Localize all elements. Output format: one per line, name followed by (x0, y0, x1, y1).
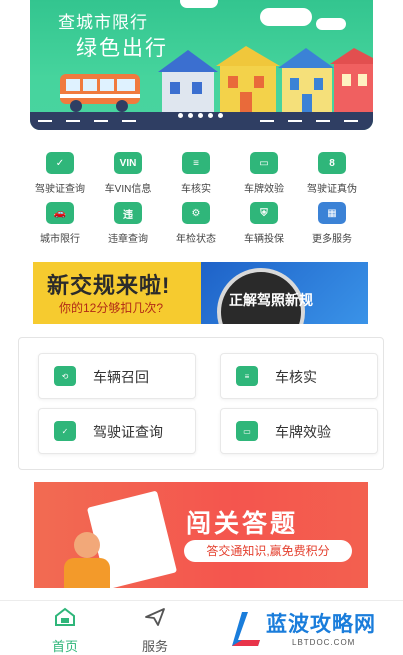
send-icon (145, 608, 165, 626)
vin-icon: VIN (114, 152, 142, 174)
ad-headline: 新交规来啦! (47, 273, 171, 298)
service-insurance[interactable]: ⛨ 车辆投保 (228, 202, 300, 245)
houses-illustration (158, 46, 373, 112)
tab-home[interactable]: 首页 (40, 607, 90, 655)
person-body-illustration (64, 558, 110, 588)
insurance-icon: ⛨ (250, 202, 278, 224)
person-illustration (74, 532, 100, 558)
car-recall-icon: ⟲ (54, 366, 76, 386)
service-license-card[interactable]: ✓ 驾驶证查询 (24, 152, 96, 195)
quiz-subtitle: 答交通知识,赢免费积分 (184, 540, 352, 562)
authenticity-icon: 8 (318, 152, 346, 174)
cloud-decoration (316, 18, 346, 30)
quick-button-label: 驾驶证查询 (93, 424, 163, 440)
quiz-title: 闯关答题 (186, 510, 299, 538)
service-label: 车VIN信息 (104, 184, 152, 195)
cloud-decoration (260, 8, 312, 26)
quick-button-license-query[interactable]: ✓ 驾驶证查询 (38, 408, 196, 454)
service-plate-check[interactable]: ▭ 车牌效验 (228, 152, 300, 195)
service-label: 年检状态 (176, 234, 216, 245)
quiz-banner[interactable]: 闯关答题 答交通知识,赢免费积分 (34, 482, 368, 588)
tab-label: 服务 (141, 639, 168, 654)
service-violation[interactable]: 违违章查询 (92, 202, 164, 245)
more-grid-icon: ▦ (318, 202, 346, 224)
license-card-icon: ✓ (54, 421, 76, 441)
plate-check-icon: ▭ (236, 421, 258, 441)
service-label: 驾驶证真伪 (307, 184, 357, 195)
violation-icon: 违 (114, 202, 142, 224)
service-vin[interactable]: VIN 车VIN信息 (92, 152, 164, 195)
service-more-grid[interactable]: ▦ 更多服务 (296, 202, 368, 245)
quick-button-car-recall[interactable]: ⟲ 车辆召回 (38, 353, 196, 399)
service-label: 城市限行 (40, 234, 80, 245)
quick-access-card: ⟲ 车辆召回 ≡ 车核实 ✓ 驾驶证查询 ▭ 车牌效验 (18, 337, 384, 470)
service-car-limit[interactable]: 🚗 城市限行 (24, 202, 96, 245)
carousel-indicator[interactable] (178, 113, 223, 118)
bus-illustration (60, 74, 140, 112)
banner-subtitle: 绿色出行 (76, 37, 168, 60)
quick-button-label: 车核实 (275, 369, 317, 385)
service-label: 驾驶证查询 (35, 184, 85, 195)
cloud-decoration (180, 0, 218, 8)
ad-left-panel: 新交规来啦! 你的12分够扣几次? (33, 262, 201, 324)
inspection-icon: ⚙ (182, 202, 210, 224)
watermark-name: 蓝波攻略网 (266, 613, 376, 636)
ad-subline: 你的12分够扣几次? (59, 301, 164, 315)
license-card-icon: ✓ (46, 152, 74, 174)
quick-button-label: 车辆召回 (93, 369, 149, 385)
id-card-icon: ≡ (236, 366, 258, 386)
ad-right-text: 正解驾照新规 (229, 292, 313, 308)
site-watermark: 蓝波攻略网 LBTDOC.COM (226, 604, 403, 653)
quick-button-plate-check[interactable]: ▭ 车牌效验 (220, 408, 378, 454)
watermark-logo-icon (232, 612, 260, 646)
quick-button-label: 车牌效验 (275, 424, 331, 440)
service-label: 违章查询 (108, 234, 148, 245)
service-authenticity[interactable]: 8 驾驶证真伪 (296, 152, 368, 195)
service-label: 更多服务 (312, 234, 352, 245)
id-card-icon: ≡ (182, 152, 210, 174)
quick-button-vehicle-verify[interactable]: ≡ 车核实 (220, 353, 378, 399)
service-label: 车核实 (181, 184, 211, 195)
city-limit-banner[interactable]: 查城市限行 绿色出行 (30, 0, 373, 130)
new-traffic-rules-ad[interactable]: 新交规来啦! 你的12分够扣几次? 正解驾照新规 (33, 262, 368, 324)
ad-right-panel: 正解驾照新规 (201, 262, 368, 324)
service-label: 车牌效验 (244, 184, 284, 195)
service-id-card[interactable]: ≡ 车核实 (160, 152, 232, 195)
plate-check-icon: ▭ (250, 152, 278, 174)
service-inspection[interactable]: ⚙ 年检状态 (160, 202, 232, 245)
tab-label: 首页 (51, 639, 78, 654)
car-limit-icon: 🚗 (46, 202, 74, 224)
tab-service[interactable]: 服务 (130, 607, 180, 655)
home-icon (55, 607, 75, 626)
watermark-domain: LBTDOC.COM (292, 638, 356, 647)
service-label: 车辆投保 (244, 234, 284, 245)
banner-title: 查城市限行 (58, 13, 148, 32)
